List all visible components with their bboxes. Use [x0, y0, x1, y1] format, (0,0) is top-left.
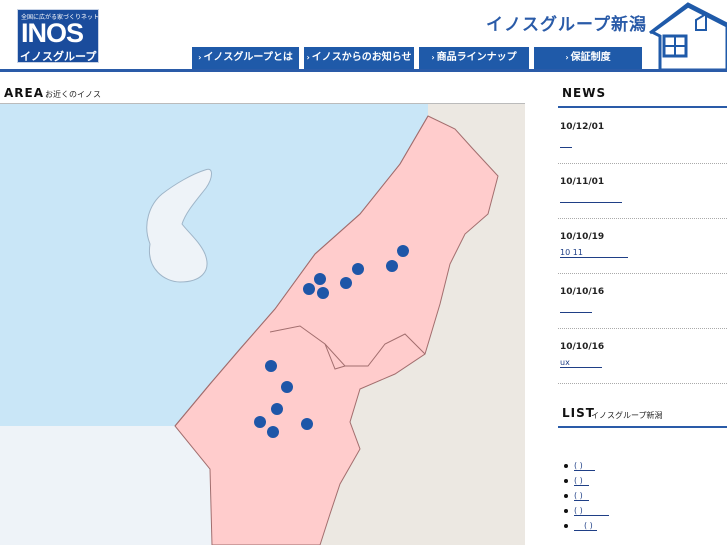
nav-warranty-label: 保証制度	[570, 52, 611, 63]
list-item: ( )	[564, 476, 589, 486]
news-link[interactable]: 10 11	[560, 248, 628, 258]
bullet-icon	[564, 523, 568, 528]
nav-lineup[interactable]: › 商品ラインナップ	[419, 47, 529, 69]
office-marker	[386, 260, 398, 272]
list-item: ( )	[564, 491, 589, 501]
list-link[interactable]: ( )	[574, 521, 597, 531]
bullet-icon	[564, 478, 568, 483]
office-marker	[340, 277, 352, 289]
office-marker	[271, 403, 283, 415]
news-date: 10/10/19	[560, 232, 605, 242]
nav-news-label: イノスからのお知らせ	[311, 52, 412, 63]
office-marker	[281, 381, 293, 393]
area-subtitle: お近くのイノス	[45, 90, 101, 99]
news-title: NEWS	[562, 86, 607, 100]
header-rule	[0, 69, 727, 72]
nav-about[interactable]: › イノスグループとは	[192, 47, 299, 69]
nav-lineup-label: 商品ラインナップ	[436, 52, 517, 63]
office-marker	[397, 245, 409, 257]
news-link[interactable]	[560, 138, 572, 148]
office-marker	[303, 283, 315, 295]
arrow-icon: ›	[431, 53, 435, 62]
news-link[interactable]: ux	[560, 358, 602, 368]
list-title: LIST	[562, 406, 595, 420]
news-link[interactable]	[560, 303, 592, 313]
news-date: 10/10/16	[560, 287, 605, 297]
office-marker	[301, 418, 313, 430]
list-link[interactable]: ( )	[574, 506, 609, 516]
area-heading: AREA お近くのイノス	[0, 84, 525, 104]
news-date: 10/11/01	[560, 177, 605, 187]
area-title: AREA	[4, 86, 45, 100]
map-prefecture-west	[0, 426, 212, 545]
arrow-icon: ›	[565, 53, 569, 62]
list-link[interactable]: ( )	[574, 491, 589, 501]
news-date: 10/12/01	[560, 122, 605, 132]
bullet-icon	[564, 493, 568, 498]
list-heading: LIST イノスグループ新潟	[558, 404, 727, 428]
news-link[interactable]	[560, 193, 622, 203]
inos-logo[interactable]: 全国に広がる家づくりネットワーク INOS イノスグループ	[17, 9, 117, 63]
news-item: 10/10/16 ux	[558, 328, 727, 384]
site-header: 全国に広がる家づくりネットワーク INOS イノスグループ イノスグループ新潟 …	[0, 0, 727, 72]
logo-text: INOS	[21, 18, 84, 48]
news-item: 10/11/01	[558, 163, 727, 219]
logo-subtitle: イノスグループ	[20, 50, 97, 63]
office-marker	[314, 273, 326, 285]
arrow-icon: ›	[198, 53, 202, 62]
list-item: ( )	[564, 506, 609, 516]
nav-about-label: イノスグループとは	[203, 52, 293, 63]
news-item: 10/10/19 10 11	[558, 218, 727, 274]
news-heading: NEWS	[558, 84, 727, 108]
news-date: 10/10/16	[560, 342, 605, 352]
list-item: ( )	[564, 461, 595, 471]
office-marker	[317, 287, 329, 299]
site-title: イノスグループ新潟	[486, 15, 647, 35]
list-item: ( )	[564, 521, 597, 531]
office-marker	[267, 426, 279, 438]
office-marker	[352, 263, 364, 275]
house-icon	[649, 2, 727, 70]
office-marker	[254, 416, 266, 428]
office-marker	[265, 360, 277, 372]
bullet-icon	[564, 463, 568, 468]
news-item: 10/12/01	[558, 108, 727, 164]
niigata-map	[0, 104, 525, 545]
list-subtitle: イノスグループ新潟	[591, 411, 663, 420]
arrow-icon: ›	[306, 53, 310, 62]
nav-warranty[interactable]: › 保証制度	[534, 47, 642, 69]
news-item: 10/10/16	[558, 273, 727, 329]
bullet-icon	[564, 508, 568, 513]
nav-news[interactable]: › イノスからのお知らせ	[304, 47, 414, 69]
list-link[interactable]: ( )	[574, 461, 595, 471]
list-link[interactable]: ( )	[574, 476, 589, 486]
